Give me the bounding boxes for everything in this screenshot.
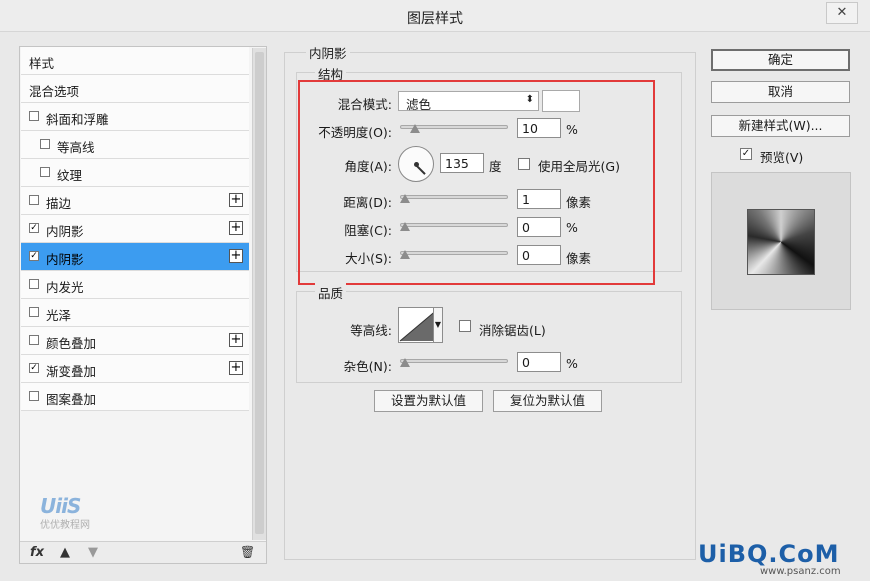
style-item[interactable]: 描边 +: [21, 187, 249, 215]
noise-slider[interactable]: [400, 354, 508, 368]
watermark-logo-left: UiiS 优优教程网: [40, 494, 110, 531]
style-item-label: 纹理: [57, 168, 83, 183]
style-item-label: 混合选项: [29, 84, 80, 99]
watermark-logo-right: UiBQ.CoM www.psanz.com: [698, 540, 868, 580]
slider-track: [400, 359, 508, 363]
trash-icon[interactable]: 🗑: [240, 545, 255, 559]
style-item-label: 斜面和浮雕: [46, 112, 109, 127]
style-item[interactable]: 混合选项: [21, 75, 249, 103]
style-item[interactable]: 样式: [21, 47, 249, 75]
caret-down-icon: ▼: [434, 320, 442, 329]
style-item-label: 光泽: [46, 308, 72, 323]
style-item-label: 渐变叠加: [46, 364, 97, 379]
watermark-right-small: www.psanz.com: [760, 566, 841, 577]
style-item-label: 描边: [46, 196, 72, 211]
preview-label: 预览(V): [760, 150, 804, 165]
close-button[interactable]: ✕: [826, 2, 858, 24]
move-up-icon[interactable]: ▲: [60, 545, 70, 560]
preview-checkbox[interactable]: ✓: [740, 148, 752, 160]
watermark-right-big: UiBQ.CoM: [698, 540, 840, 568]
style-item[interactable]: ✓ 内阴影 +: [21, 215, 249, 243]
style-item-checkbox[interactable]: [29, 335, 39, 345]
style-item-label: 内阴影: [46, 252, 84, 267]
quality-title: 品质: [315, 283, 347, 302]
style-item-checkbox[interactable]: [29, 111, 39, 121]
style-item-checkbox[interactable]: ✓: [29, 251, 39, 261]
style-item-checkbox[interactable]: [29, 195, 39, 205]
noise-label: 杂色(N):: [343, 359, 392, 374]
style-item-checkbox[interactable]: ✓: [29, 223, 39, 233]
style-item-checkbox[interactable]: [29, 279, 39, 289]
move-down-icon[interactable]: ▼: [88, 545, 98, 560]
noise-value: 0: [522, 355, 530, 370]
watermark-left-big: UiiS: [40, 494, 81, 518]
style-item[interactable]: 等高线: [21, 131, 249, 159]
noise-unit: %: [566, 356, 578, 371]
new-style-button[interactable]: 新建样式(W)...: [711, 115, 850, 137]
styles-panel: 样式 混合选项 斜面和浮雕 等高线 纹理 描边 + ✓ 内阴影 + ✓ 内阴影 + 内发光 光泽 颜色叠加 + ✓…: [19, 46, 267, 564]
scroll-thumb[interactable]: [255, 52, 264, 534]
style-item-checkbox[interactable]: [40, 167, 50, 177]
add-effect-icon[interactable]: +: [229, 333, 243, 347]
cancel-button[interactable]: 取消: [711, 81, 850, 103]
style-item-label: 图案叠加: [46, 392, 97, 407]
style-item[interactable]: 颜色叠加 +: [21, 327, 249, 355]
set-default-button[interactable]: 设置为默认值: [374, 390, 483, 412]
fx-icon[interactable]: fx: [30, 545, 44, 560]
annotation-highlight-box: [298, 80, 655, 285]
style-item[interactable]: ✓ 渐变叠加 +: [21, 355, 249, 383]
add-effect-icon[interactable]: +: [229, 221, 243, 235]
style-item-checkbox[interactable]: [29, 307, 39, 317]
styles-scrollbar[interactable]: [252, 48, 266, 540]
style-item-label: 等高线: [57, 140, 95, 155]
window-title: 图层样式: [407, 11, 463, 27]
preview-thumbnail: [747, 209, 815, 275]
style-item-label: 颜色叠加: [46, 336, 97, 351]
styles-footer: fx ▲ ▼ 🗑: [20, 541, 266, 563]
watermark-left-small: 优优教程网: [40, 520, 90, 531]
contour-label: 等高线:: [350, 323, 392, 338]
add-effect-icon[interactable]: +: [229, 193, 243, 207]
style-item[interactable]: ✓ 内阴影 +: [21, 243, 249, 271]
style-item-label: 内阴影: [46, 224, 84, 239]
noise-input[interactable]: 0: [517, 352, 561, 372]
style-item-checkbox[interactable]: [40, 139, 50, 149]
style-item[interactable]: 内发光: [21, 271, 249, 299]
style-item[interactable]: 图案叠加: [21, 383, 249, 411]
style-item[interactable]: 纹理: [21, 159, 249, 187]
style-item[interactable]: 光泽: [21, 299, 249, 327]
preview-box: [711, 172, 851, 310]
title-bar: 图层样式 ✕: [0, 0, 870, 32]
slider-thumb[interactable]: [400, 358, 410, 367]
inner-shadow-title: 内阴影: [306, 43, 350, 62]
style-item-checkbox[interactable]: ✓: [29, 363, 39, 373]
style-item-label: 内发光: [46, 280, 84, 295]
antialias-checkbox[interactable]: [459, 320, 471, 332]
add-effect-icon[interactable]: +: [229, 361, 243, 375]
style-item-label: 样式: [29, 56, 55, 71]
style-item-checkbox[interactable]: [29, 391, 39, 401]
contour-dropdown[interactable]: ▼: [433, 307, 443, 343]
reset-default-button[interactable]: 复位为默认值: [493, 390, 602, 412]
style-item[interactable]: 斜面和浮雕: [21, 103, 249, 131]
ok-button[interactable]: 确定: [711, 49, 850, 71]
antialias-label: 消除锯齿(L): [479, 323, 546, 338]
add-effect-icon[interactable]: +: [229, 249, 243, 263]
